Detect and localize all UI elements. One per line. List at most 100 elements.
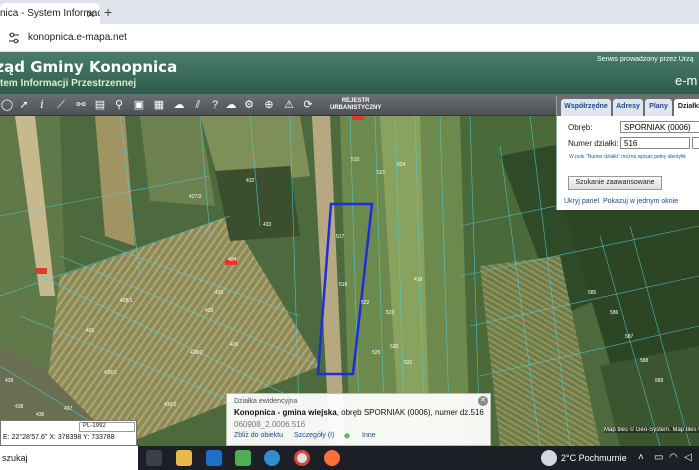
map-label: 436 bbox=[36, 412, 45, 418]
layout-icon[interactable]: ▦ bbox=[152, 98, 166, 112]
map-attribution: Map tiles © Geo-System. Map tiles © open… bbox=[604, 427, 699, 433]
tab-adresy[interactable]: Adresy bbox=[613, 99, 643, 116]
browser-tab-bar: nica - System Informacji P ✕ + bbox=[0, 0, 699, 24]
firefox-icon[interactable] bbox=[324, 450, 340, 466]
map-label: 515 bbox=[351, 157, 360, 163]
marker-icon[interactable]: ⚲ bbox=[112, 98, 126, 112]
obreb-select[interactable]: SPORNIAK (0006) bbox=[620, 121, 699, 133]
brand-logo: e-m bbox=[675, 73, 698, 88]
pointer-icon[interactable]: ➚ bbox=[17, 98, 31, 112]
pan-circle-icon[interactable]: ◯ bbox=[0, 98, 14, 112]
help-icon[interactable]: ? bbox=[208, 98, 222, 112]
file-explorer-icon[interactable] bbox=[176, 450, 192, 466]
advanced-search-button[interactable]: Szukanie zaawansowane bbox=[568, 176, 662, 190]
taskbar-search[interactable]: szukaj bbox=[0, 446, 138, 470]
numer-dzialki-input[interactable] bbox=[620, 137, 690, 149]
rejestr-urbanistyczny-button[interactable]: REJESTR URBANISTYCZNY bbox=[330, 98, 381, 112]
chrome-icon[interactable] bbox=[294, 450, 310, 466]
popup-description: Konopnica - gmina wiejska, obręb SPORNIA… bbox=[234, 408, 484, 417]
map-label: 429 bbox=[205, 308, 214, 314]
measure-line-icon[interactable]: ⟋ bbox=[54, 98, 68, 112]
map-label: 589 bbox=[655, 378, 664, 384]
zoom-to-object-link[interactable]: Zbliż do obiektu bbox=[234, 432, 283, 439]
map-label: 430/1 bbox=[104, 370, 117, 376]
map-label: 438 bbox=[15, 404, 24, 410]
site-header: rząd Gminy Konopnica tem Informacji Prze… bbox=[0, 52, 699, 94]
parcel-info-popup: Działka ewidencyjna Konopnica - gmina wi… bbox=[226, 393, 491, 446]
hide-panel-link[interactable]: Ukryj panel bbox=[564, 198, 599, 205]
tab-wspolrzedne[interactable]: Współrzędne bbox=[561, 99, 611, 116]
map-label: 526 bbox=[390, 344, 399, 350]
comment-icon[interactable]: ☁ bbox=[172, 98, 186, 112]
coordinate-system-select[interactable]: PL-1992 bbox=[79, 422, 135, 432]
browser-tab[interactable]: nica - System Informacji P ✕ bbox=[0, 3, 100, 24]
map-label: 588 bbox=[640, 358, 649, 364]
speaker-icon[interactable]: ◁ bbox=[684, 452, 692, 463]
map-label: 585 bbox=[588, 290, 597, 296]
warning-icon[interactable]: ⚠ bbox=[282, 98, 296, 112]
map-label: 433 bbox=[263, 222, 272, 228]
close-tab-icon[interactable]: ✕ bbox=[86, 8, 95, 21]
details-link[interactable]: Szczegóły (I) bbox=[294, 432, 334, 439]
tab-dzialki[interactable]: Działki bbox=[674, 99, 699, 116]
tab-title: nica - System Informacji P bbox=[0, 8, 100, 19]
popup-identifier: 060908_2.0006.516 bbox=[234, 420, 306, 429]
map-label: 516 bbox=[339, 282, 348, 288]
zoom-icon[interactable]: ⊕ bbox=[262, 98, 276, 112]
print-icon[interactable]: ▤ bbox=[93, 98, 107, 112]
plus-icon[interactable]: ⊕ bbox=[344, 432, 350, 440]
map-label: 428/2 bbox=[190, 350, 203, 356]
panel-tabs: Współrzędne Adresy Plany Działki bbox=[557, 96, 699, 116]
popup-parcel-details: , obręb SPORNIAK (0006), numer dz.516 bbox=[336, 408, 484, 417]
weather-cloud-icon bbox=[541, 450, 557, 466]
settings-icon[interactable]: ⚙ bbox=[242, 98, 256, 112]
edge-icon[interactable] bbox=[264, 450, 280, 466]
map-label: 586 bbox=[610, 310, 619, 316]
map-label: 531 bbox=[404, 360, 413, 366]
outlook-icon[interactable] bbox=[206, 450, 222, 466]
info-icon[interactable]: i bbox=[35, 98, 49, 112]
popup-gmina: Konopnica - gmina wiejska bbox=[234, 408, 337, 417]
map-label: 437 bbox=[64, 406, 73, 412]
map-label: 425 bbox=[215, 290, 224, 296]
obreb-label: Obręb: bbox=[568, 123, 593, 132]
rejestr-line1: REJESTR bbox=[341, 98, 370, 104]
numer-dzialki-button[interactable] bbox=[692, 137, 699, 149]
task-view-icon[interactable] bbox=[146, 450, 162, 466]
wifi-icon[interactable]: ◠ bbox=[669, 452, 678, 463]
new-tab-button[interactable]: + bbox=[104, 4, 112, 20]
map-label: 439 bbox=[5, 378, 14, 384]
hint-text: W pole "Numer działki" można wpisać pełn… bbox=[569, 154, 686, 160]
address-bar[interactable]: konopnica.e-mapa.net bbox=[0, 24, 699, 52]
link-icon[interactable]: ⚯ bbox=[74, 98, 88, 112]
site-title: rząd Gminy Konopnica bbox=[0, 58, 178, 76]
site-settings-icon[interactable] bbox=[8, 32, 20, 44]
more-link[interactable]: Inne bbox=[362, 432, 376, 439]
map-label: 587 bbox=[625, 334, 634, 340]
layers-icon[interactable]: ▣ bbox=[132, 98, 146, 112]
store-icon[interactable] bbox=[235, 450, 251, 466]
display-icon[interactable]: ▭ bbox=[654, 452, 663, 463]
tab-plany[interactable]: Plany bbox=[645, 99, 672, 116]
map-label: 432 bbox=[246, 178, 255, 184]
map-label: 525 bbox=[372, 350, 381, 356]
sync-icon[interactable]: ⟳ bbox=[301, 98, 315, 112]
numer-dzialki-label: Numer działki: bbox=[568, 139, 619, 148]
weather-text: 2°C Pochmurnie bbox=[561, 453, 627, 463]
map-label: 418 bbox=[414, 277, 423, 283]
url-text[interactable]: konopnica.e-mapa.net bbox=[28, 32, 127, 43]
cursor-coordinates: E: 22°28'57.6" X: 378398 Y: 733788 bbox=[3, 434, 115, 441]
site-subtitle: tem Informacji Przestrzennej bbox=[0, 78, 137, 89]
map-label: 431 bbox=[86, 328, 95, 334]
map-label: 430/2 bbox=[164, 402, 177, 408]
tray-chevron-icon[interactable]: ˄ bbox=[638, 452, 644, 463]
map-label: 427/2 bbox=[189, 194, 202, 200]
search-panel: Współrzędne Adresy Plany Działki Obręb: … bbox=[556, 96, 699, 210]
close-popup-icon[interactable]: ✕ bbox=[478, 396, 488, 406]
map-label: 426 bbox=[230, 342, 239, 348]
popup-heading: Działka ewidencyjna bbox=[234, 398, 298, 405]
map-label: 524 bbox=[397, 162, 406, 168]
hatch-icon[interactable]: ⫽ bbox=[191, 98, 205, 112]
cloud-upload-icon[interactable]: ☁ bbox=[224, 98, 238, 112]
single-window-link[interactable]: Pokazuj w jednym oknie bbox=[603, 198, 678, 205]
